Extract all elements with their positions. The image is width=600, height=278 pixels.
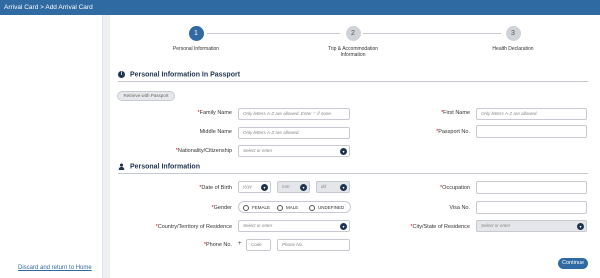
step-2[interactable]: 2 Trip & Accommodation Information xyxy=(318,26,388,58)
breadcrumb: Arrival Card > Add Arrival Card xyxy=(4,4,93,11)
middle-name-input[interactable]: Only letters A-Z are allowed. xyxy=(238,127,350,139)
step-2-number: 2 xyxy=(345,26,361,41)
chevron-down-icon: ▾ xyxy=(300,183,307,191)
passport-section-header: i Personal Information In Passport xyxy=(118,71,588,83)
passport-no-input[interactable] xyxy=(476,125,587,138)
top-bar: Arrival Card > Add Arrival Card xyxy=(0,0,600,15)
step-3-label: Health Declaration xyxy=(492,46,534,52)
phone-plus-sign: + xyxy=(238,241,242,247)
retrieve-passport-button[interactable]: Retrieve with Passport xyxy=(117,91,175,101)
chevron-down-icon: ▾ xyxy=(340,183,347,191)
gender-radio-group: FEMALE MALE UNDEFINED xyxy=(238,201,351,213)
phone-code-input[interactable]: Code xyxy=(246,239,271,251)
step-1-label: Personal Information xyxy=(172,46,220,52)
passport-no-label: *Passport No. xyxy=(436,129,470,135)
step-1-number: 1 xyxy=(188,26,204,41)
visa-input[interactable] xyxy=(476,201,587,214)
radio-icon xyxy=(309,204,315,211)
city-select[interactable]: Select or enter ▾ xyxy=(476,220,587,232)
personal-section-header: Personal Information xyxy=(118,163,588,175)
sidebar: Discard and return to Home xyxy=(0,15,103,278)
discard-link[interactable]: Discard and return to Home xyxy=(18,265,92,271)
chevron-down-icon: ▾ xyxy=(340,222,347,230)
step-3-number: 3 xyxy=(505,26,521,41)
radio-icon xyxy=(243,204,249,211)
dob-label: *Date of Birth xyxy=(199,185,232,191)
visa-label: Visa No. xyxy=(449,205,470,211)
chevron-down-icon: ▾ xyxy=(261,183,268,191)
radio-icon xyxy=(277,204,283,211)
middle-name-label: Middle Name xyxy=(199,129,232,135)
first-name-input[interactable]: Only letters A-Z are allowed. xyxy=(476,108,587,120)
step-1[interactable]: 1 Personal Information xyxy=(166,26,226,52)
country-select[interactable]: Select or enter ▾ xyxy=(238,220,350,232)
dob-year-select[interactable]: yyyy ▾ xyxy=(238,181,271,193)
chevron-down-icon: ▾ xyxy=(577,222,584,230)
nationality-select[interactable]: Select or enter ▾ xyxy=(238,145,350,157)
phone-label: *Phone No. xyxy=(203,242,232,248)
occupation-input[interactable] xyxy=(476,181,587,194)
family-name-input[interactable]: Only letters A-Z are allowed. Enter '-' … xyxy=(238,108,350,120)
country-label: *Country/Territory of Residence xyxy=(155,224,232,230)
dob-month-select[interactable]: mm ▾ xyxy=(277,181,310,193)
step-3[interactable]: 3 Health Declaration xyxy=(483,26,543,52)
gender-label: *Gender xyxy=(211,205,233,211)
occupation-label: *Occupation xyxy=(440,185,470,191)
dob-day-select[interactable]: dd ▾ xyxy=(316,181,350,193)
passport-section-title: Personal Information In Passport xyxy=(129,71,241,79)
family-name-label: *Family Name xyxy=(197,110,232,116)
person-icon xyxy=(118,163,125,170)
continue-button[interactable]: Continue xyxy=(558,258,588,269)
info-icon: i xyxy=(118,71,125,78)
first-name-label: *First Name xyxy=(440,110,470,116)
gender-undefined-option[interactable]: UNDEFINED xyxy=(309,204,344,211)
personal-section-title: Personal Information xyxy=(129,163,200,171)
gender-female-option[interactable]: FEMALE xyxy=(243,204,270,211)
chevron-down-icon: ▾ xyxy=(340,147,347,155)
phone-number-input[interactable]: Phone No. xyxy=(277,239,350,251)
city-label: *City/State of Residence xyxy=(410,224,470,230)
step-2-label: Trip & Accommodation Information xyxy=(327,46,379,58)
gender-male-option[interactable]: MALE xyxy=(277,204,298,211)
nationality-label: *Nationality/Citizenship xyxy=(175,148,232,154)
